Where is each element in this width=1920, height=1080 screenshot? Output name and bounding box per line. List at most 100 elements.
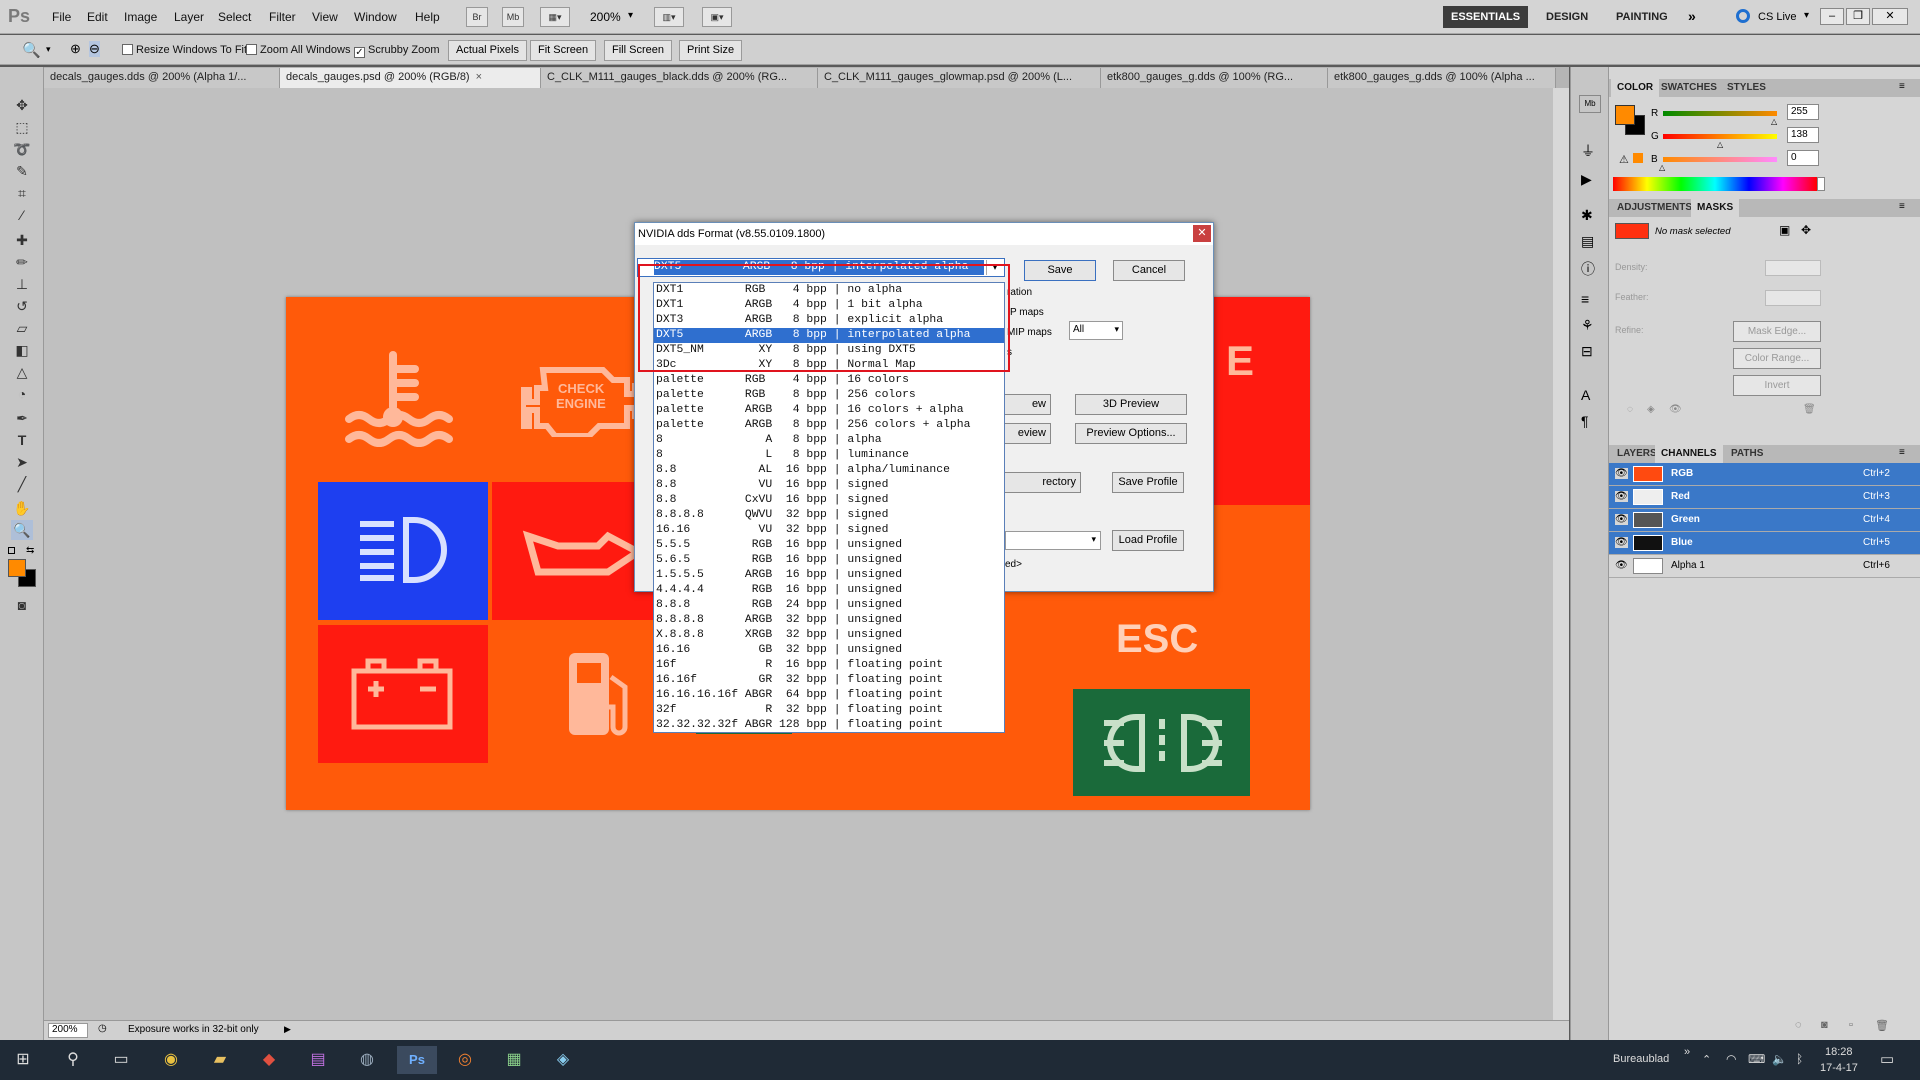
fill-screen-button[interactable]: Fill Screen [604, 40, 672, 61]
format-option[interactable]: 8.8.8.8 QWVU 32 bpp | signed [654, 508, 1004, 523]
document-tab[interactable]: C_CLK_M111_gauges_glowmap.psd @ 200% (L.… [818, 68, 1101, 88]
menu-edit[interactable]: Edit [87, 10, 108, 24]
clone-source-icon[interactable]: ⚘ [1581, 317, 1594, 334]
new-channel-icon[interactable]: ▫ [1849, 1019, 1853, 1031]
format-option[interactable]: 5.5.5 RGB 16 bpp | unsigned [654, 538, 1004, 553]
pen-tool-icon[interactable]: ✒ [11, 408, 33, 428]
3d-preview-button[interactable]: 3D Preview [1075, 394, 1187, 415]
menu-help[interactable]: Help [415, 10, 440, 24]
white-black-ramp[interactable] [1817, 177, 1825, 191]
feather-input[interactable] [1765, 290, 1821, 306]
swap-colors-icon[interactable]: ⇆ [26, 545, 34, 556]
document-tab[interactable]: etk800_gauges_g.dds @ 100% (Alpha ... [1328, 68, 1556, 88]
volume-icon[interactable]: 🔈 [1772, 1052, 1787, 1066]
chevron-down-icon[interactable]: ▾ [1804, 10, 1809, 21]
add-vector-mask-icon[interactable]: ✥ [1801, 223, 1811, 237]
quick-select-tool-icon[interactable]: ✎ [11, 161, 33, 181]
chevron-down-icon[interactable]: ▾ [46, 44, 51, 55]
lasso-tool-icon[interactable]: ➰ [11, 139, 33, 159]
format-option[interactable]: 16.16 GB 32 bpp | unsigned [654, 643, 1004, 658]
crop-tool-icon[interactable]: ⌗ [11, 183, 33, 203]
format-option[interactable]: palette ARGB 8 bpp | 256 colors + alpha [654, 418, 1004, 433]
asterisk-icon[interactable]: ✱ [1581, 207, 1593, 224]
toolbar-expand-icon[interactable]: » [1684, 1046, 1690, 1058]
restore-button[interactable]: ❐ [1846, 8, 1870, 25]
g-slider[interactable] [1663, 134, 1777, 139]
directory-button[interactable]: rectory [995, 472, 1081, 493]
density-input[interactable] [1765, 260, 1821, 276]
tab-paths[interactable]: PATHS [1725, 445, 1769, 463]
visibility-eye-icon[interactable]: 👁 [1615, 514, 1628, 525]
load-selection-icon[interactable]: ◌ [1627, 404, 1633, 415]
type-tool-icon[interactable]: T [11, 430, 33, 450]
winrar-icon[interactable]: ▤ [303, 1046, 333, 1074]
scrubby-zoom-checkbox[interactable]: ✓ Scrubby Zoom [354, 44, 440, 58]
r-value-input[interactable]: 255 [1787, 104, 1819, 120]
actions-icon[interactable]: ▶ [1581, 171, 1592, 188]
format-option[interactable]: 8.8 CxVU 16 bpp | signed [654, 493, 1004, 508]
format-option[interactable]: 16f R 16 bpp | floating point [654, 658, 1004, 673]
disable-mask-icon[interactable]: 👁 [1669, 404, 1682, 415]
preview-options-button[interactable]: Preview Options... [1075, 423, 1187, 444]
blender-icon[interactable]: ◎ [450, 1046, 480, 1074]
menu-view[interactable]: View [312, 10, 338, 24]
zoom-field[interactable]: 200% [48, 1023, 88, 1038]
hand-tool-icon[interactable]: ✋ [11, 498, 33, 518]
workspace-design[interactable]: DESIGN [1538, 6, 1596, 28]
character-icon[interactable]: A [1581, 387, 1590, 403]
color-spectrum-ramp[interactable] [1613, 177, 1817, 191]
panel-menu-icon[interactable]: ≡ [1899, 201, 1905, 212]
add-pixel-mask-icon[interactable]: ▣ [1779, 223, 1790, 237]
desktop-toolbar-label[interactable]: Bureaublad [1613, 1053, 1669, 1065]
format-option[interactable]: 8.8 AL 16 bpp | alpha/luminance [654, 463, 1004, 478]
gradient-tool-icon[interactable]: ◧ [11, 340, 33, 360]
menu-window[interactable]: Window [354, 10, 397, 24]
channel-row-blue[interactable]: 👁 Blue Ctrl+5 [1609, 532, 1920, 555]
document-tab[interactable]: etk800_gauges_g.dds @ 100% (RG... [1101, 68, 1328, 88]
format-option[interactable]: 8 L 8 bpp | luminance [654, 448, 1004, 463]
clone-stamp-icon[interactable]: ⊥ [11, 274, 33, 294]
delete-mask-icon[interactable]: 🗑 [1803, 404, 1816, 415]
g-slider-handle[interactable]: △ [1717, 140, 1723, 149]
format-option[interactable]: 16.16 VU 32 bpp | signed [654, 523, 1004, 538]
mini-bridge-icon[interactable]: Mb [502, 7, 524, 27]
format-option[interactable]: 8.8.8 RGB 24 bpp | unsigned [654, 598, 1004, 613]
eraser-tool-icon[interactable]: ▱ [11, 318, 33, 338]
b-value-input[interactable]: 0 [1787, 150, 1819, 166]
save-profile-button[interactable]: Save Profile [1112, 472, 1184, 493]
gamut-color-chip[interactable] [1633, 153, 1643, 163]
visibility-eye-icon[interactable]: 👁 [1615, 491, 1628, 502]
close-icon[interactable]: × [476, 71, 482, 83]
format-option[interactable]: palette ARGB 4 bpp | 16 colors + alpha [654, 403, 1004, 418]
menu-file[interactable]: File [52, 10, 71, 24]
panel-menu-icon[interactable]: ≡ [1899, 447, 1905, 458]
view-extras-icon[interactable]: ▦▾ [540, 7, 570, 27]
channel-row-red[interactable]: 👁 Red Ctrl+3 [1609, 486, 1920, 509]
chrome-icon[interactable]: ◉ [156, 1046, 186, 1074]
tab-adjustments[interactable]: ADJUSTMENTS [1611, 199, 1698, 217]
dodge-tool-icon[interactable]: ◔ [11, 384, 33, 404]
tool-presets-icon[interactable]: ⊟ [1581, 343, 1593, 360]
histogram-icon[interactable]: ▤ [1581, 233, 1594, 250]
r-slider-handle[interactable]: △ [1771, 117, 1777, 126]
task-view-icon[interactable]: ▭ [106, 1046, 136, 1074]
format-option[interactable]: 8.8 VU 16 bpp | signed [654, 478, 1004, 493]
resize-windows-checkbox[interactable]: Resize Windows To Fit [122, 44, 247, 56]
tab-color[interactable]: COLOR [1611, 79, 1660, 97]
save-button[interactable]: Save [1024, 260, 1096, 281]
brush-presets-icon[interactable]: ≡ [1581, 291, 1589, 307]
tab-swatches[interactable]: SWATCHES [1655, 79, 1723, 97]
r-slider[interactable] [1663, 111, 1777, 116]
workspace-essentials[interactable]: ESSENTIALS [1443, 6, 1529, 28]
foreground-color-swatch[interactable] [8, 559, 26, 577]
marquee-tool-icon[interactable]: ⬚ [11, 117, 33, 137]
invert-button[interactable]: Invert [1733, 375, 1821, 396]
format-option[interactable]: 4.4.4.4 RGB 16 bpp | unsigned [654, 583, 1004, 598]
info-icon[interactable]: ⓘ [1581, 259, 1595, 279]
zoom-all-windows-checkbox[interactable]: Zoom All Windows [246, 44, 350, 56]
zoom-tool-icon[interactable]: 🔍 [22, 41, 41, 59]
b-slider[interactable] [1663, 157, 1777, 162]
show-hidden-icons-icon[interactable]: ⌃ [1702, 1053, 1711, 1066]
channel-row-green[interactable]: 👁 Green Ctrl+4 [1609, 509, 1920, 532]
menu-layer[interactable]: Layer [174, 10, 204, 24]
